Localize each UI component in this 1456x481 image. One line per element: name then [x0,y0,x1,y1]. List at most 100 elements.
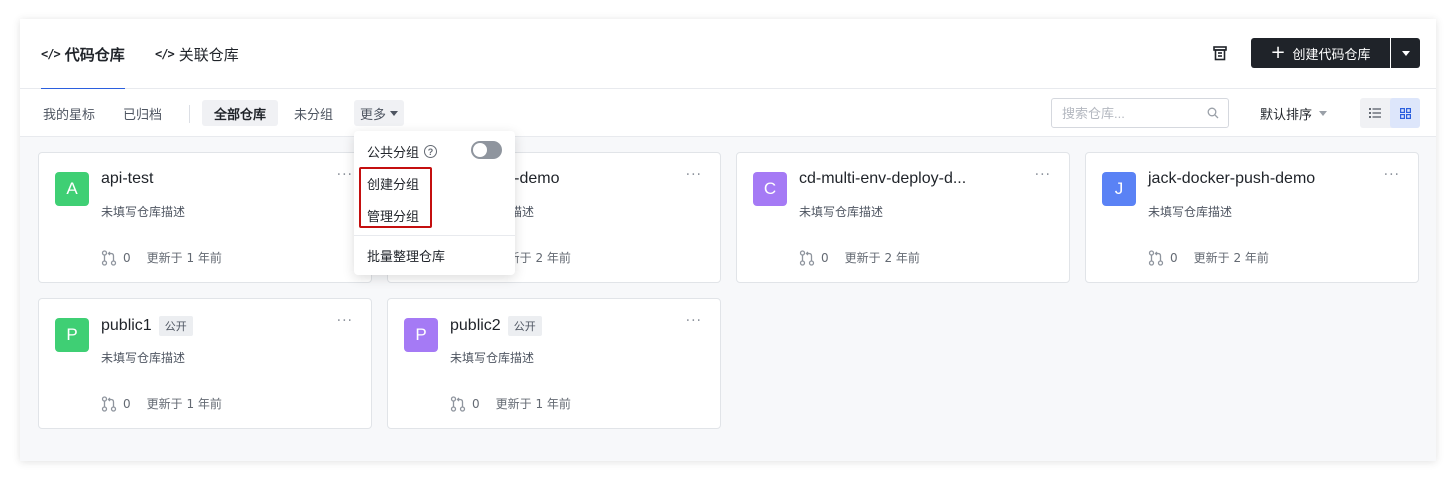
repo-card[interactable]: J jack-docker-push-demo ··· 未填写仓库描述 0 更新… [1085,152,1419,283]
more-icon[interactable]: ··· [1384,167,1400,183]
menu-item-manage-group[interactable]: 管理分组 [367,206,419,225]
merge-request-count: 0 [799,249,829,266]
public-badge: 公开 [158,316,193,336]
caret-down-icon [1319,110,1328,116]
repo-description: 未填写仓库描述 [101,351,186,365]
more-icon[interactable]: ··· [337,313,353,329]
list-view-button[interactable] [1360,98,1390,128]
updated-time: 更新于 1 年前 [146,397,222,411]
repo-card[interactable]: P public2 公开 ··· 未填写仓库描述 0 更新于 1 年前 [387,298,721,429]
repo-footer: 0 更新于 1 年前 [450,395,571,412]
grid-icon [1399,107,1411,119]
list-icon [1369,108,1381,118]
more-icon[interactable]: ··· [1035,167,1051,183]
more-label: 更多 [360,107,387,123]
mr-count: 0 [123,250,131,265]
tab-linked-repos[interactable]: </> 关联仓库 [155,19,239,89]
view-toggle [1360,98,1420,128]
avatar: J [1102,172,1136,206]
updated-time: 更新于 1 年前 [146,251,222,265]
repo-footer: 0 更新于 2 年前 [799,249,920,266]
code-icon: </> [41,47,61,61]
repo-name[interactable]: api-test [101,170,153,188]
help-icon[interactable]: ? [424,145,438,158]
repo-card[interactable]: C cd-multi-env-deploy-d... ··· 未填写仓库描述 0… [736,152,1070,283]
more-icon[interactable]: ··· [337,167,353,183]
tab-label: 代码仓库 [64,45,125,64]
mr-count: 0 [472,396,480,411]
create-repo-button[interactable]: + 创建代码仓库 [1251,38,1390,68]
avatar: C [753,172,787,206]
merge-request-icon [101,395,117,412]
repo-name-text: jack-docker-push-demo [1148,170,1316,187]
public-groups-toggle[interactable] [471,141,502,159]
repo-description: 未填写仓库描述 [101,205,186,219]
filter-starred[interactable]: 我的星标 [43,100,95,126]
filter-ungrouped[interactable]: 未分组 [294,100,333,126]
merge-request-count: 0 [1148,249,1178,266]
caret-down-icon [1401,50,1410,56]
repo-name[interactable]: public1 公开 [101,316,193,336]
repo-description: 未填写仓库描述 [450,351,535,365]
repo-name[interactable]: cd-multi-env-deploy-d... [799,170,966,188]
repo-footer: 0 更新于 1 年前 [101,395,222,412]
merge-request-icon [1148,249,1164,266]
repo-footer: 0 更新于 2 年前 [1148,249,1269,266]
tab-code-repos[interactable]: </> 代码仓库 [41,19,125,90]
merge-request-count: 0 [101,249,131,266]
repo-description: 未填写仓库描述 [799,205,884,219]
repo-footer: 0 更新于 1 年前 [101,249,222,266]
filter-archived[interactable]: 已归档 [123,100,162,126]
repo-description: 未填写仓库描述 [1148,205,1233,219]
repo-card[interactable]: P public1 公开 ··· 未填写仓库描述 0 更新于 1 年前 [38,298,372,429]
create-repo-label: 创建代码仓库 [1292,47,1371,63]
plus-icon: + [1270,42,1286,63]
menu-item-batch-organize[interactable]: 批量整理仓库 [367,246,445,265]
public-groups-row: 公共分组 ? [367,142,438,161]
search-icon[interactable] [1207,107,1219,119]
merge-request-count: 0 [450,395,480,412]
merge-request-icon [799,249,815,266]
search-input[interactable] [1052,99,1202,127]
code-icon: </> [155,47,175,61]
avatar: P [404,318,438,352]
merge-request-icon [101,249,117,266]
divider [189,105,190,123]
sort-label: 默认排序 [1260,107,1313,123]
tab-label: 关联仓库 [178,45,239,64]
filter-bar: 我的星标 已归档 全部仓库 未分组 更多 默认排序 [20,89,1436,137]
repo-card[interactable]: A api-test ··· 未填写仓库描述 0 更新于 1 年前 [38,152,372,283]
tabs-bar: </> 代码仓库 </> 关联仓库 + 创建代码仓库 [20,19,1436,90]
repo-name[interactable]: jack-docker-push-demo [1148,170,1315,188]
more-dropdown-menu: 公共分组 ? 创建分组 管理分组 批量整理仓库 [354,131,515,275]
recycle-bin-icon[interactable] [1211,44,1229,62]
repo-name[interactable]: public2 公开 [450,316,542,336]
sort-select[interactable]: 默认排序 [1260,100,1328,126]
filter-all[interactable]: 全部仓库 [202,100,279,126]
avatar: A [55,172,89,206]
menu-item-create-group[interactable]: 创建分组 [367,174,419,193]
merge-request-count: 0 [101,395,131,412]
repo-name-text: public1 [101,317,152,334]
public-groups-label: 公共分组 [367,146,420,161]
updated-time: 更新于 1 年前 [495,397,571,411]
avatar: P [55,318,89,352]
divider [354,235,515,236]
mr-count: 0 [821,250,829,265]
caret-down-icon [390,110,399,116]
create-repo-dropdown-button[interactable] [1391,38,1420,68]
more-icon[interactable]: ··· [686,167,702,183]
public-badge: 公开 [507,316,542,336]
repo-name-text: cd-multi-env-deploy-d... [799,170,967,187]
mr-count: 0 [1170,250,1178,265]
merge-request-icon [450,395,466,412]
updated-time: 更新于 2 年前 [1193,251,1269,265]
mr-count: 0 [123,396,131,411]
search-box [1051,98,1229,128]
repo-panel: </> 代码仓库 </> 关联仓库 + 创建代码仓库 我的星标 已归档 全部仓库 [20,19,1436,461]
more-icon[interactable]: ··· [686,313,702,329]
filter-more[interactable]: 更多 [354,100,405,126]
updated-time: 更新于 2 年前 [844,251,920,265]
grid-view-button[interactable] [1390,98,1420,128]
repo-name-text: api-test [101,170,154,187]
